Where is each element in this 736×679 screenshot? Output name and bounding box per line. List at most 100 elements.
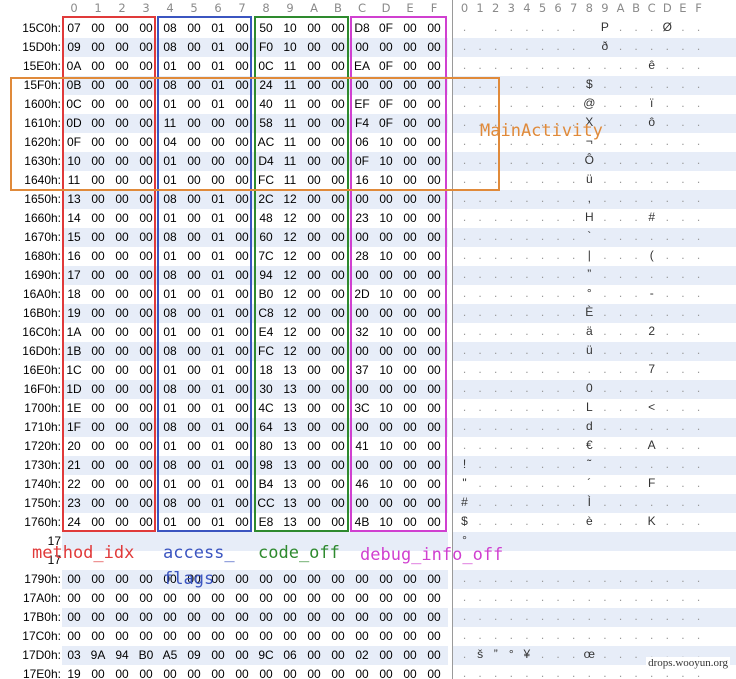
- hex-byte[interactable]: 01: [206, 211, 230, 225]
- hex-byte[interactable]: 2D: [350, 287, 374, 301]
- hex-byte[interactable]: 00: [302, 97, 326, 111]
- hex-byte[interactable]: 00: [326, 173, 350, 187]
- hex-byte[interactable]: 12: [278, 268, 302, 282]
- ascii-char[interactable]: .: [644, 590, 659, 604]
- ascii-char[interactable]: .: [535, 286, 550, 300]
- ascii-char[interactable]: .: [473, 400, 488, 414]
- ascii-char[interactable]: .: [582, 58, 597, 72]
- hex-byte[interactable]: 00: [302, 401, 326, 415]
- ascii-char[interactable]: .: [613, 400, 628, 414]
- hex-byte[interactable]: 0F: [350, 154, 374, 168]
- hex-byte[interactable]: 00: [422, 515, 446, 529]
- ascii-char[interactable]: .: [488, 400, 503, 414]
- ascii-char[interactable]: ´: [582, 476, 597, 490]
- ascii-char[interactable]: .: [660, 457, 675, 471]
- hex-byte[interactable]: 00: [350, 40, 374, 54]
- ascii-char[interactable]: .: [597, 248, 612, 262]
- ascii-char[interactable]: .: [660, 305, 675, 319]
- hex-byte[interactable]: 01: [158, 97, 182, 111]
- ascii-char[interactable]: .: [535, 438, 550, 452]
- hex-byte[interactable]: 15: [62, 230, 86, 244]
- hex-byte[interactable]: 00: [326, 648, 350, 662]
- ascii-char[interactable]: .: [488, 248, 503, 262]
- hex-byte[interactable]: 00: [374, 629, 398, 643]
- ascii-char[interactable]: .: [675, 514, 690, 528]
- ascii-char[interactable]: €: [582, 438, 597, 452]
- hex-byte[interactable]: 00: [422, 40, 446, 54]
- hex-byte[interactable]: 09: [182, 648, 206, 662]
- ascii-char[interactable]: .: [582, 362, 597, 376]
- hex-byte[interactable]: 00: [326, 667, 350, 679]
- ascii-char[interactable]: .: [644, 77, 659, 91]
- hex-byte[interactable]: 00: [326, 401, 350, 415]
- hex-byte[interactable]: 01: [206, 268, 230, 282]
- ascii-char[interactable]: .: [535, 495, 550, 509]
- hex-byte[interactable]: 00: [134, 325, 158, 339]
- hex-byte[interactable]: 00: [110, 439, 134, 453]
- ascii-char[interactable]: .: [473, 381, 488, 395]
- ascii-char[interactable]: .: [504, 514, 519, 528]
- ascii-char[interactable]: .: [629, 115, 644, 129]
- hex-byte[interactable]: 06: [278, 648, 302, 662]
- ascii-char[interactable]: .: [613, 153, 628, 167]
- hex-byte[interactable]: 00: [302, 363, 326, 377]
- hex-byte[interactable]: 00: [374, 648, 398, 662]
- ascii-char[interactable]: #: [644, 210, 659, 224]
- ascii-char[interactable]: .: [488, 457, 503, 471]
- ascii-char[interactable]: .: [644, 20, 659, 34]
- hex-byte[interactable]: 41: [350, 439, 374, 453]
- hex-byte[interactable]: 00: [134, 439, 158, 453]
- ascii-char[interactable]: .: [675, 20, 690, 34]
- hex-byte[interactable]: 01: [206, 420, 230, 434]
- ascii-char[interactable]: .: [535, 58, 550, 72]
- hex-byte[interactable]: 00: [254, 629, 278, 643]
- ascii-char[interactable]: .: [644, 628, 659, 642]
- ascii-char[interactable]: .: [519, 77, 534, 91]
- ascii-char[interactable]: .: [488, 191, 503, 205]
- hex-byte[interactable]: 08: [158, 78, 182, 92]
- hex-byte[interactable]: 00: [350, 591, 374, 605]
- ascii-char[interactable]: .: [488, 381, 503, 395]
- hex-byte[interactable]: 00: [86, 192, 110, 206]
- hex-byte[interactable]: 00: [134, 477, 158, 491]
- ascii-char[interactable]: .: [551, 571, 566, 585]
- hex-byte[interactable]: 08: [158, 344, 182, 358]
- hex-row[interactable]: 16A0h: 18 00 00 00 01 00 01 00 B0 12 00 00 2D 10 00 00..…: [0, 285, 736, 304]
- hex-byte[interactable]: 00: [398, 591, 422, 605]
- hex-byte[interactable]: 00: [110, 344, 134, 358]
- hex-byte[interactable]: 11: [278, 116, 302, 130]
- hex-byte[interactable]: 00: [134, 382, 158, 396]
- hex-byte[interactable]: 11: [278, 78, 302, 92]
- hex-byte[interactable]: 00: [302, 287, 326, 301]
- hex-byte[interactable]: 00: [110, 287, 134, 301]
- ascii-char[interactable]: .: [597, 438, 612, 452]
- ascii-char[interactable]: .: [473, 77, 488, 91]
- ascii-char[interactable]: .: [473, 666, 488, 679]
- ascii-char[interactable]: .: [551, 438, 566, 452]
- hex-byte[interactable]: 00: [230, 211, 254, 225]
- ascii-char[interactable]: .: [613, 115, 628, 129]
- hex-byte[interactable]: 00: [350, 306, 374, 320]
- hex-byte[interactable]: 00: [206, 154, 230, 168]
- ascii-char[interactable]: .: [675, 153, 690, 167]
- hex-byte[interactable]: 00: [110, 420, 134, 434]
- hex-byte[interactable]: 00: [230, 420, 254, 434]
- ascii-char[interactable]: .: [551, 248, 566, 262]
- hex-byte[interactable]: 08: [158, 420, 182, 434]
- hex-row[interactable]: 1640h: 11 00 00 00 01 00 00 00 FC 11 00 00 16 10 00 00..…: [0, 171, 736, 190]
- hex-byte[interactable]: 00: [182, 21, 206, 35]
- hex-byte[interactable]: 00: [158, 610, 182, 624]
- hex-byte[interactable]: 00: [422, 268, 446, 282]
- hex-byte[interactable]: E8: [254, 515, 278, 529]
- ascii-char[interactable]: .: [504, 267, 519, 281]
- hex-byte[interactable]: FC: [254, 344, 278, 358]
- hex-byte[interactable]: 00: [134, 344, 158, 358]
- hex-byte[interactable]: 00: [326, 439, 350, 453]
- hex-byte[interactable]: 00: [422, 572, 446, 586]
- hex-byte[interactable]: 01: [158, 249, 182, 263]
- ascii-char[interactable]: .: [488, 305, 503, 319]
- hex-byte[interactable]: 00: [254, 610, 278, 624]
- hex-byte[interactable]: 00: [134, 591, 158, 605]
- hex-byte[interactable]: 00: [422, 173, 446, 187]
- hex-byte[interactable]: 00: [302, 116, 326, 130]
